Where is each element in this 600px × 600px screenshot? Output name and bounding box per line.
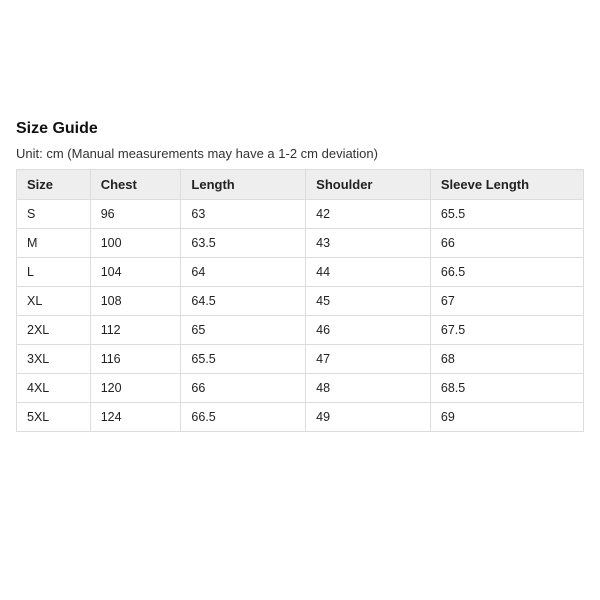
cell-length: 65: [181, 316, 306, 345]
table-row: 5XL 124 66.5 49 69: [17, 403, 584, 432]
cell-chest: 96: [90, 200, 181, 229]
cell-sleeve: 69: [430, 403, 583, 432]
cell-size: 5XL: [17, 403, 91, 432]
table-row: 2XL 112 65 46 67.5: [17, 316, 584, 345]
cell-chest: 104: [90, 258, 181, 287]
cell-sleeve: 66.5: [430, 258, 583, 287]
cell-chest: 116: [90, 345, 181, 374]
cell-shoulder: 45: [306, 287, 431, 316]
cell-length: 66: [181, 374, 306, 403]
cell-shoulder: 43: [306, 229, 431, 258]
cell-size: 3XL: [17, 345, 91, 374]
cell-chest: 108: [90, 287, 181, 316]
cell-size: L: [17, 258, 91, 287]
table-row: 4XL 120 66 48 68.5: [17, 374, 584, 403]
col-length: Length: [181, 170, 306, 200]
cell-sleeve: 67.5: [430, 316, 583, 345]
cell-sleeve: 68: [430, 345, 583, 374]
cell-size: M: [17, 229, 91, 258]
cell-shoulder: 42: [306, 200, 431, 229]
cell-chest: 112: [90, 316, 181, 345]
cell-size: 4XL: [17, 374, 91, 403]
cell-length: 65.5: [181, 345, 306, 374]
cell-sleeve: 65.5: [430, 200, 583, 229]
col-sleeve: Sleeve Length: [430, 170, 583, 200]
cell-shoulder: 48: [306, 374, 431, 403]
cell-size: S: [17, 200, 91, 229]
col-size: Size: [17, 170, 91, 200]
cell-shoulder: 46: [306, 316, 431, 345]
unit-note: Unit: cm (Manual measurements may have a…: [16, 146, 584, 161]
cell-chest: 100: [90, 229, 181, 258]
cell-length: 63: [181, 200, 306, 229]
cell-length: 64.5: [181, 287, 306, 316]
cell-sleeve: 68.5: [430, 374, 583, 403]
col-chest: Chest: [90, 170, 181, 200]
cell-length: 64: [181, 258, 306, 287]
cell-length: 66.5: [181, 403, 306, 432]
cell-chest: 120: [90, 374, 181, 403]
cell-shoulder: 44: [306, 258, 431, 287]
table-row: 3XL 116 65.5 47 68: [17, 345, 584, 374]
table-row: S 96 63 42 65.5: [17, 200, 584, 229]
cell-sleeve: 66: [430, 229, 583, 258]
cell-size: XL: [17, 287, 91, 316]
size-table: Size Chest Length Shoulder Sleeve Length…: [16, 169, 584, 432]
table-row: XL 108 64.5 45 67: [17, 287, 584, 316]
section-title: Size Guide: [16, 120, 584, 138]
cell-chest: 124: [90, 403, 181, 432]
cell-sleeve: 67: [430, 287, 583, 316]
size-guide-section: Size Guide Unit: cm (Manual measurements…: [0, 0, 600, 432]
table-row: L 104 64 44 66.5: [17, 258, 584, 287]
table-header-row: Size Chest Length Shoulder Sleeve Length: [17, 170, 584, 200]
cell-shoulder: 49: [306, 403, 431, 432]
cell-size: 2XL: [17, 316, 91, 345]
cell-length: 63.5: [181, 229, 306, 258]
cell-shoulder: 47: [306, 345, 431, 374]
table-row: M 100 63.5 43 66: [17, 229, 584, 258]
col-shoulder: Shoulder: [306, 170, 431, 200]
